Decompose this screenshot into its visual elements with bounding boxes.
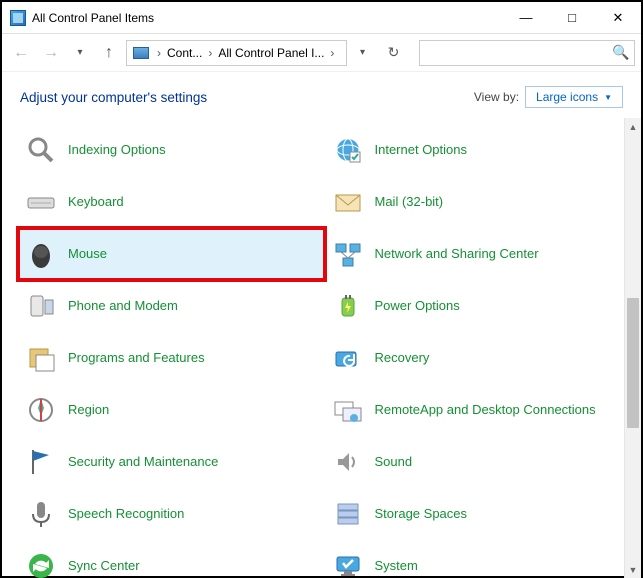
view-by-label: View by: xyxy=(474,90,519,104)
item-label: Storage Spaces xyxy=(375,506,468,522)
item-region[interactable]: Region xyxy=(18,384,325,436)
item-label: Sync Center xyxy=(68,558,140,574)
item-phone[interactable]: Phone and Modem xyxy=(18,280,325,332)
mouse-icon xyxy=(24,237,58,271)
scroll-up-button[interactable]: ▲ xyxy=(625,118,641,135)
item-label: Security and Maintenance xyxy=(68,454,218,470)
breadcrumb-sep: › xyxy=(326,46,338,60)
item-sync[interactable]: Sync Center xyxy=(18,540,325,578)
history-dropdown[interactable]: ▾ xyxy=(68,40,92,66)
item-label: System xyxy=(375,558,418,574)
item-label: Mouse xyxy=(68,246,107,262)
region-icon xyxy=(24,393,58,427)
item-label: Mail (32-bit) xyxy=(375,194,444,210)
scroll-thumb[interactable] xyxy=(627,298,639,428)
mail-icon xyxy=(331,185,365,219)
internet-icon xyxy=(331,133,365,167)
item-label: Recovery xyxy=(375,350,430,366)
breadcrumb-sep: › xyxy=(204,46,216,60)
close-button[interactable]: ✕ xyxy=(595,3,641,33)
item-label: Region xyxy=(68,402,109,418)
view-by-value: Large icons xyxy=(536,90,598,104)
mic-icon xyxy=(24,497,58,531)
control-panel-icon xyxy=(133,47,149,59)
item-network[interactable]: Network and Sharing Center xyxy=(325,228,632,280)
scroll-down-button[interactable]: ▼ xyxy=(625,561,641,578)
item-label: Phone and Modem xyxy=(68,298,178,314)
search-icon[interactable]: 🔍 xyxy=(608,44,634,61)
content-wrap: Indexing Options Internet Options Keyboard… xyxy=(2,118,641,578)
breadcrumb-part1[interactable]: Cont... xyxy=(165,46,204,60)
refresh-button[interactable]: ↻ xyxy=(379,40,409,66)
item-remote[interactable]: RemoteApp and Desktop Connections xyxy=(325,384,632,436)
keyboard-icon xyxy=(24,185,58,219)
view-by-select[interactable]: Large icons ▼ xyxy=(525,86,623,108)
item-indexing[interactable]: Indexing Options xyxy=(18,124,325,176)
item-recovery[interactable]: Recovery xyxy=(325,332,632,384)
item-internet[interactable]: Internet Options xyxy=(325,124,632,176)
item-keyboard[interactable]: Keyboard xyxy=(18,176,325,228)
item-label: Power Options xyxy=(375,298,460,314)
recovery-icon xyxy=(331,341,365,375)
item-sound[interactable]: Sound xyxy=(325,436,632,488)
phone-icon xyxy=(24,289,58,323)
item-mic[interactable]: Speech Recognition xyxy=(18,488,325,540)
remote-icon xyxy=(331,393,365,427)
programs-icon xyxy=(24,341,58,375)
item-label: Speech Recognition xyxy=(68,506,184,522)
chevron-down-icon: ▼ xyxy=(604,93,612,102)
search-box[interactable]: 🔍 xyxy=(419,40,636,66)
item-label: Keyboard xyxy=(68,194,124,210)
breadcrumb-sep: › xyxy=(153,46,165,60)
header: Adjust your computer's settings View by:… xyxy=(2,72,641,118)
flag-icon xyxy=(24,445,58,479)
app-icon xyxy=(10,10,26,26)
back-button[interactable]: ← xyxy=(8,40,34,66)
titlebar: All Control Panel Items — □ ✕ xyxy=(2,2,641,34)
window-title: All Control Panel Items xyxy=(32,11,503,25)
item-power[interactable]: Power Options xyxy=(325,280,632,332)
item-flag[interactable]: Security and Maintenance xyxy=(18,436,325,488)
address-dropdown[interactable]: ▾ xyxy=(351,40,375,66)
minimize-button[interactable]: — xyxy=(503,3,549,33)
indexing-icon xyxy=(24,133,58,167)
item-mail[interactable]: Mail (32-bit) xyxy=(325,176,632,228)
sound-icon xyxy=(331,445,365,479)
item-label: RemoteApp and Desktop Connections xyxy=(375,402,596,418)
search-input[interactable] xyxy=(420,46,609,60)
sync-icon xyxy=(24,549,58,578)
power-icon xyxy=(331,289,365,323)
page-title: Adjust your computer's settings xyxy=(20,90,474,105)
item-label: Network and Sharing Center xyxy=(375,246,539,262)
network-icon xyxy=(331,237,365,271)
item-system[interactable]: System xyxy=(325,540,632,578)
item-label: Indexing Options xyxy=(68,142,166,158)
item-programs[interactable]: Programs and Features xyxy=(18,332,325,384)
forward-button[interactable]: → xyxy=(38,40,64,66)
item-storage[interactable]: Storage Spaces xyxy=(325,488,632,540)
item-label: Sound xyxy=(375,454,413,470)
up-button[interactable]: ↑ xyxy=(96,40,122,66)
address-bar[interactable]: › Cont... › All Control Panel I... › xyxy=(126,40,347,66)
system-icon xyxy=(331,549,365,578)
maximize-button[interactable]: □ xyxy=(549,3,595,33)
navbar: ← → ▾ ↑ › Cont... › All Control Panel I.… xyxy=(2,34,641,72)
item-label: Internet Options xyxy=(375,142,468,158)
storage-icon xyxy=(331,497,365,531)
item-mouse[interactable]: Mouse xyxy=(18,228,325,280)
items-grid: Indexing Options Internet Options Keyboard… xyxy=(2,118,641,578)
item-label: Programs and Features xyxy=(68,350,205,366)
breadcrumb-part2[interactable]: All Control Panel I... xyxy=(216,46,326,60)
scrollbar[interactable]: ▲ ▼ xyxy=(624,118,641,578)
